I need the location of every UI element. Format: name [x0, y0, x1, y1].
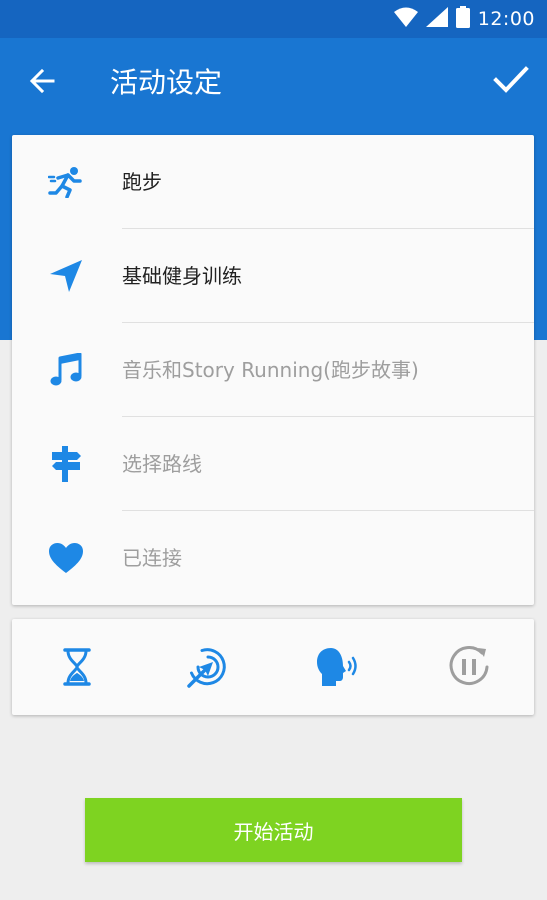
workout-type-label: 基础健身训练	[122, 264, 242, 288]
back-button[interactable]	[22, 63, 62, 103]
navigation-arrow-icon	[46, 256, 86, 296]
confirm-button[interactable]	[489, 60, 533, 104]
start-activity-button[interactable]: 开始活动	[85, 798, 462, 862]
check-icon	[493, 65, 529, 99]
battery-icon	[455, 6, 470, 32]
status-time: 12:00	[477, 8, 535, 30]
activity-type-row[interactable]: 跑步	[12, 135, 534, 229]
music-label: 音乐和Story Running(跑步故事)	[122, 358, 419, 382]
target-arrow-icon[interactable]	[184, 643, 232, 691]
hourglass-icon[interactable]	[53, 643, 101, 691]
connected-devices-row[interactable]: 已连接	[12, 511, 534, 605]
status-bar: 12:00	[0, 0, 547, 38]
activity-settings-card: 跑步 基础健身训练 音乐和Story Running(跑步故事) 选择路线 已连…	[12, 135, 534, 605]
music-row[interactable]: 音乐和Story Running(跑步故事)	[12, 323, 534, 417]
route-label: 选择路线	[122, 452, 202, 476]
start-activity-label: 开始活动	[233, 819, 314, 844]
auto-pause-icon[interactable]	[445, 643, 493, 691]
cellular-signal-icon	[425, 7, 448, 31]
music-note-icon	[46, 350, 86, 390]
arrow-back-icon	[29, 68, 55, 98]
workout-type-row[interactable]: 基础健身训练	[12, 229, 534, 323]
signpost-icon	[46, 444, 86, 484]
quick-tools-card	[12, 619, 534, 715]
activity-type-label: 跑步	[122, 170, 162, 194]
running-icon	[46, 162, 86, 202]
page-title: 活动设定	[110, 66, 223, 99]
route-row[interactable]: 选择路线	[12, 417, 534, 511]
wifi-icon	[393, 7, 418, 31]
connected-label: 已连接	[122, 546, 182, 570]
heart-icon	[46, 538, 86, 578]
voice-coach-icon[interactable]	[314, 643, 362, 691]
